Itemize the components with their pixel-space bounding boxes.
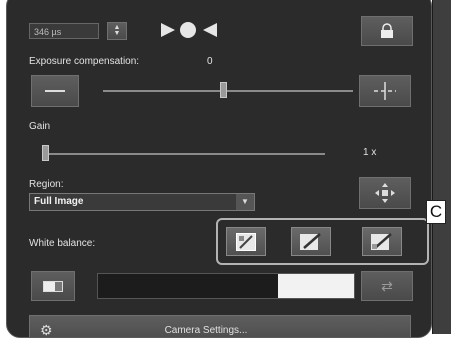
camera-settings-button[interactable]: ⚙ Camera Settings...	[29, 315, 411, 338]
white-balance-callout-box	[216, 218, 429, 265]
gear-icon: ⚙	[40, 322, 53, 338]
swap-colors-button[interactable]: ⇄	[361, 271, 413, 301]
color-swatch-toggle-button[interactable]	[31, 271, 75, 301]
gain-label: Gain	[29, 121, 50, 132]
exposure-compensation-value: 0	[207, 56, 213, 67]
exposure-compensation-label: Exposure compensation:	[29, 56, 139, 67]
exposure-compensation-slider-thumb[interactable]	[220, 82, 227, 98]
color-preview-bar	[97, 273, 355, 299]
crosshair-icon	[374, 82, 396, 100]
chevron-down-icon: ▼	[236, 194, 254, 210]
vertical-scrollbar[interactable]	[432, 0, 451, 334]
white-balance-label: White balance:	[29, 238, 95, 249]
region-center-button[interactable]	[359, 177, 411, 209]
gain-value: 1 x	[363, 147, 376, 158]
exposure-decrease-button[interactable]	[31, 75, 79, 107]
exposure-compensation-slider-track[interactable]	[103, 90, 353, 92]
move-arrows-icon	[375, 183, 395, 203]
exposure-time-field[interactable]: 346 µs	[29, 23, 99, 39]
lock-exposure-button[interactable]	[361, 16, 413, 46]
color-preview-swatch	[278, 274, 354, 298]
region-dropdown[interactable]: Full Image ▼	[29, 193, 255, 211]
lock-icon	[379, 23, 395, 39]
camera-control-panel: 346 µs ▲▼ Exposure compensation: 0 Gain …	[6, 0, 432, 338]
exposure-spin-button[interactable]: ▲▼	[107, 22, 127, 40]
gain-slider-track[interactable]	[45, 153, 325, 155]
swatch-toggle-icon	[43, 281, 63, 292]
gain-slider-thumb[interactable]	[42, 145, 49, 161]
swap-arrows-icon: ⇄	[381, 278, 393, 295]
exposure-play-indicator-icon[interactable]	[159, 19, 229, 41]
auto-exposure-button[interactable]	[359, 75, 411, 107]
callout-label: C	[426, 200, 446, 224]
spin-arrows-icon: ▲▼	[114, 25, 121, 37]
minus-icon	[45, 90, 65, 92]
exposure-time-value: 346 µs	[34, 27, 61, 37]
region-label: Region:	[29, 179, 63, 190]
region-selected-value: Full Image	[34, 196, 83, 207]
